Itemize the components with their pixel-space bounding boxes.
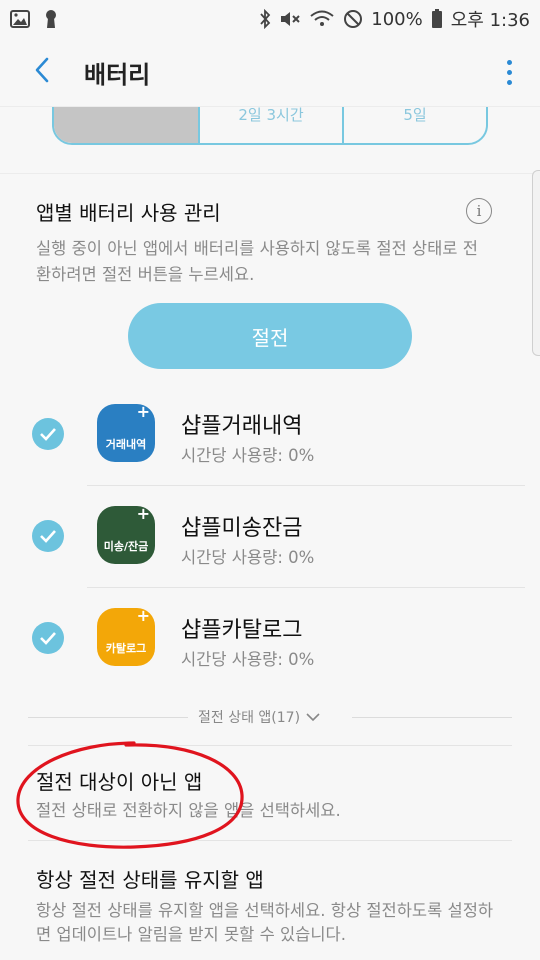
scrollbar[interactable] bbox=[532, 170, 540, 356]
page-title: 배터리 bbox=[84, 60, 151, 89]
app-icon: + 카탈로그 bbox=[97, 606, 155, 666]
app-icon: + 미송/잔금 bbox=[97, 504, 155, 564]
check-icon bbox=[40, 632, 56, 645]
checkbox-checked[interactable] bbox=[32, 520, 64, 552]
app-row[interactable]: + 카탈로그 샵플카탈로그 시간당 사용량: 0% bbox=[0, 588, 540, 690]
battery-icon bbox=[431, 9, 443, 29]
app-icon-label: 거래내역 bbox=[105, 438, 147, 451]
chevron-down-icon bbox=[306, 712, 320, 721]
wifi-icon bbox=[309, 9, 335, 29]
check-icon bbox=[40, 428, 56, 441]
checkbox-checked[interactable] bbox=[32, 622, 64, 654]
item-title: 절전 대상이 아닌 앱 bbox=[36, 770, 203, 794]
plus-icon: + bbox=[136, 504, 150, 523]
app-name: 샵플미송잔금 bbox=[181, 516, 303, 541]
power-save-button[interactable]: 절전 bbox=[128, 303, 412, 369]
app-icon-label: 카탈로그 bbox=[105, 642, 147, 655]
segment-2d3h[interactable]: 2일 3시간 bbox=[198, 106, 342, 143]
divider bbox=[28, 745, 512, 746]
app-usage: 시간당 사용량: 0% bbox=[181, 446, 315, 465]
battery-percent: 100% bbox=[371, 8, 423, 30]
item-title: 항상 절전 상태를 유지할 앱 bbox=[36, 868, 264, 892]
divider bbox=[28, 840, 512, 841]
more-vert-dot bbox=[507, 69, 512, 75]
usage-period-selector-container: 2일 3시간 5일 bbox=[0, 106, 540, 174]
section-title: 앱별 배터리 사용 관리 bbox=[36, 201, 221, 225]
always-power-save-item[interactable]: 항상 절전 상태를 유지할 앱 항상 절전 상태를 유지할 앱을 선택하세요. … bbox=[36, 864, 506, 947]
do-not-disturb-icon bbox=[343, 9, 363, 29]
segment-label: 5일 bbox=[403, 106, 427, 124]
plus-icon: + bbox=[136, 402, 150, 421]
expander-label: 절전 상태 앱(17) bbox=[198, 710, 301, 726]
checkbox-checked[interactable] bbox=[32, 418, 64, 450]
app-icon-label: 미송/잔금 bbox=[103, 540, 149, 553]
app-name: 샵플거래내역 bbox=[181, 414, 303, 439]
usage-period-selector: 2일 3시간 5일 bbox=[52, 106, 488, 145]
keyhole-icon bbox=[44, 9, 58, 29]
divider bbox=[352, 717, 512, 718]
image-icon bbox=[10, 10, 30, 28]
info-icon[interactable]: i bbox=[466, 198, 492, 224]
expander-label-wrap: 절전 상태 앱(17) bbox=[198, 707, 320, 727]
non-target-apps-item[interactable]: 절전 대상이 아닌 앱 절전 상태로 전환하지 않을 앱을 선택하세요. bbox=[36, 766, 506, 823]
mute-icon bbox=[279, 9, 301, 29]
app-icon: + 거래내역 bbox=[97, 402, 155, 462]
item-subtitle: 항상 절전 상태를 유지할 앱을 선택하세요. 항상 절전하도록 설정하면 업데… bbox=[36, 901, 494, 944]
plus-icon: + bbox=[136, 606, 150, 625]
segment-5d[interactable]: 5일 bbox=[342, 106, 486, 143]
back-button[interactable] bbox=[12, 42, 72, 102]
check-icon bbox=[40, 530, 56, 543]
more-vert-dot bbox=[507, 79, 512, 85]
sleeping-apps-expander[interactable]: 절전 상태 앱(17) bbox=[28, 706, 512, 730]
segment-current[interactable] bbox=[54, 107, 198, 143]
app-bar: 배터리 bbox=[0, 38, 540, 106]
more-vert-icon bbox=[507, 59, 512, 65]
segment-label: 2일 3시간 bbox=[238, 106, 304, 124]
status-bar: 100% 오후 1:36 bbox=[0, 0, 540, 38]
more-options-button[interactable] bbox=[507, 59, 512, 85]
app-usage: 시간당 사용량: 0% bbox=[181, 650, 315, 669]
app-row[interactable]: + 거래내역 샵플거래내역 시간당 사용량: 0% bbox=[0, 384, 540, 486]
item-subtitle: 절전 상태로 전환하지 않을 앱을 선택하세요. bbox=[36, 801, 341, 820]
app-row[interactable]: + 미송/잔금 샵플미송잔금 시간당 사용량: 0% bbox=[0, 486, 540, 588]
app-name: 샵플카탈로그 bbox=[181, 618, 303, 643]
app-usage: 시간당 사용량: 0% bbox=[181, 548, 315, 567]
bluetooth-icon bbox=[259, 9, 271, 29]
chevron-left-icon bbox=[33, 56, 51, 88]
section-description: 실행 중이 아닌 앱에서 배터리를 사용하지 않도록 절전 상태로 전환하려면 … bbox=[36, 239, 478, 284]
divider bbox=[28, 717, 188, 718]
clock: 오후 1:36 bbox=[450, 10, 530, 31]
